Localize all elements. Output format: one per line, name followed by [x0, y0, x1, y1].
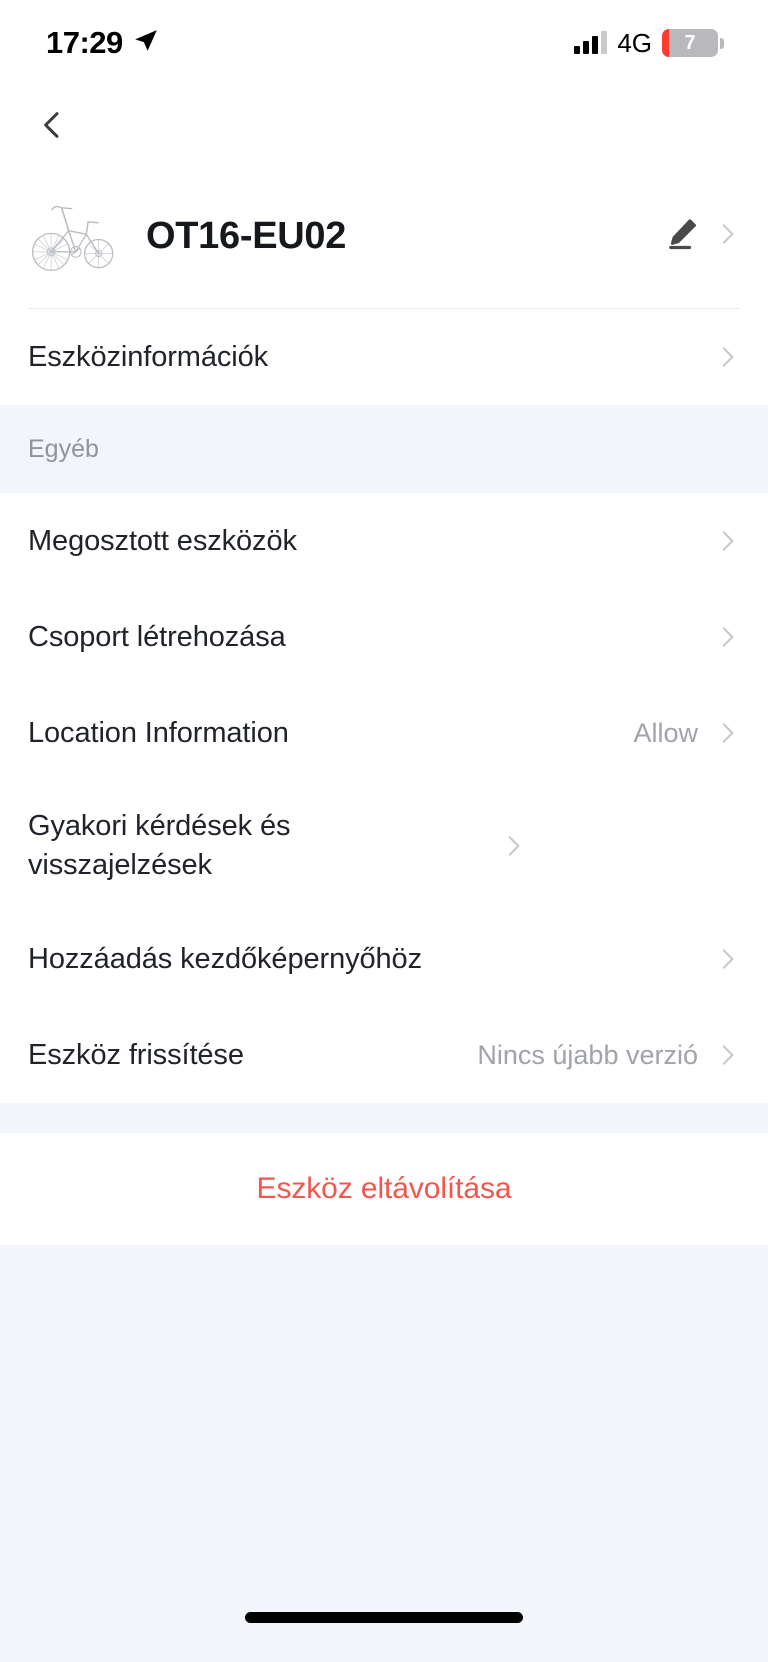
row-faq-and-feedback[interactable]: Gyakori kérdések és visszajelzések: [0, 781, 768, 911]
row-add-to-home-screen[interactable]: Hozzáadás kezdőképernyőhöz: [0, 911, 768, 1007]
row-device-update[interactable]: Eszköz frissítése Nincs újabb verzió: [0, 1007, 768, 1103]
chevron-right-icon: [500, 833, 526, 859]
row-label: Megosztott eszközök: [28, 524, 297, 557]
row-label: Eszköz frissítése: [28, 1038, 244, 1071]
chevron-right-icon: [714, 946, 740, 972]
row-value: Nincs újabb verzió: [477, 1039, 698, 1070]
chevron-right-icon: [714, 720, 740, 746]
chevron-right-icon: [714, 1042, 740, 1068]
back-button[interactable]: [22, 97, 82, 157]
row-location-information[interactable]: Location Information Allow: [0, 685, 768, 781]
status-bar: 17:29 4G 7: [0, 0, 768, 86]
device-detail-screen: 17:29 4G 7 OT16-EU02 Eszközinformációk E…: [0, 0, 768, 1662]
chevron-right-icon: [714, 528, 740, 554]
device-info-block: Eszközinformációk: [0, 309, 768, 405]
row-label: Csoport létrehozása: [28, 620, 286, 653]
remove-device-label: Eszköz eltávolítása: [256, 1172, 512, 1205]
status-bar-right: 4G 7: [574, 28, 724, 59]
battery-percent-label: 7: [684, 31, 696, 54]
chevron-left-icon: [35, 108, 69, 147]
list-section-gap: [0, 1103, 768, 1133]
signal-bars-icon: [574, 31, 608, 54]
section-title: Egyéb: [28, 434, 99, 463]
row-value: Allow: [633, 717, 698, 748]
device-header-actions: [664, 216, 740, 257]
home-indicator[interactable]: [245, 1611, 523, 1623]
row-label: Eszközinformációk: [28, 340, 269, 373]
pencil-edit-icon[interactable]: [664, 216, 700, 257]
chevron-right-icon: [714, 344, 740, 370]
battery-icon: 7: [662, 29, 724, 57]
location-arrow-icon: [133, 28, 159, 59]
row-device-information[interactable]: Eszközinformációk: [0, 309, 768, 405]
row-shared-devices[interactable]: Megosztott eszközök: [0, 493, 768, 589]
network-type-label: 4G: [617, 27, 652, 58]
status-time: 17:29: [46, 25, 123, 60]
bicycle-icon: [28, 190, 120, 282]
remove-device-button[interactable]: Eszköz eltávolítása: [0, 1133, 768, 1245]
row-label: Hozzáadás kezdőképernyőhöz: [28, 942, 422, 975]
row-create-group[interactable]: Csoport létrehozása: [0, 589, 768, 685]
row-label: Gyakori kérdések és visszajelzések: [28, 810, 291, 881]
other-settings-list: Megosztott eszközök Csoport létrehozása …: [0, 493, 768, 1103]
section-header-other: Egyéb: [0, 405, 768, 493]
device-name: OT16-EU02: [146, 214, 347, 257]
home-indicator-area: [0, 1572, 768, 1662]
device-header-row[interactable]: OT16-EU02: [0, 168, 768, 308]
status-bar-left: 17:29: [46, 25, 159, 61]
navigation-bar: [0, 86, 768, 168]
chevron-right-icon: [714, 624, 740, 650]
chevron-right-icon[interactable]: [714, 221, 740, 252]
row-label: Location Information: [28, 716, 289, 749]
